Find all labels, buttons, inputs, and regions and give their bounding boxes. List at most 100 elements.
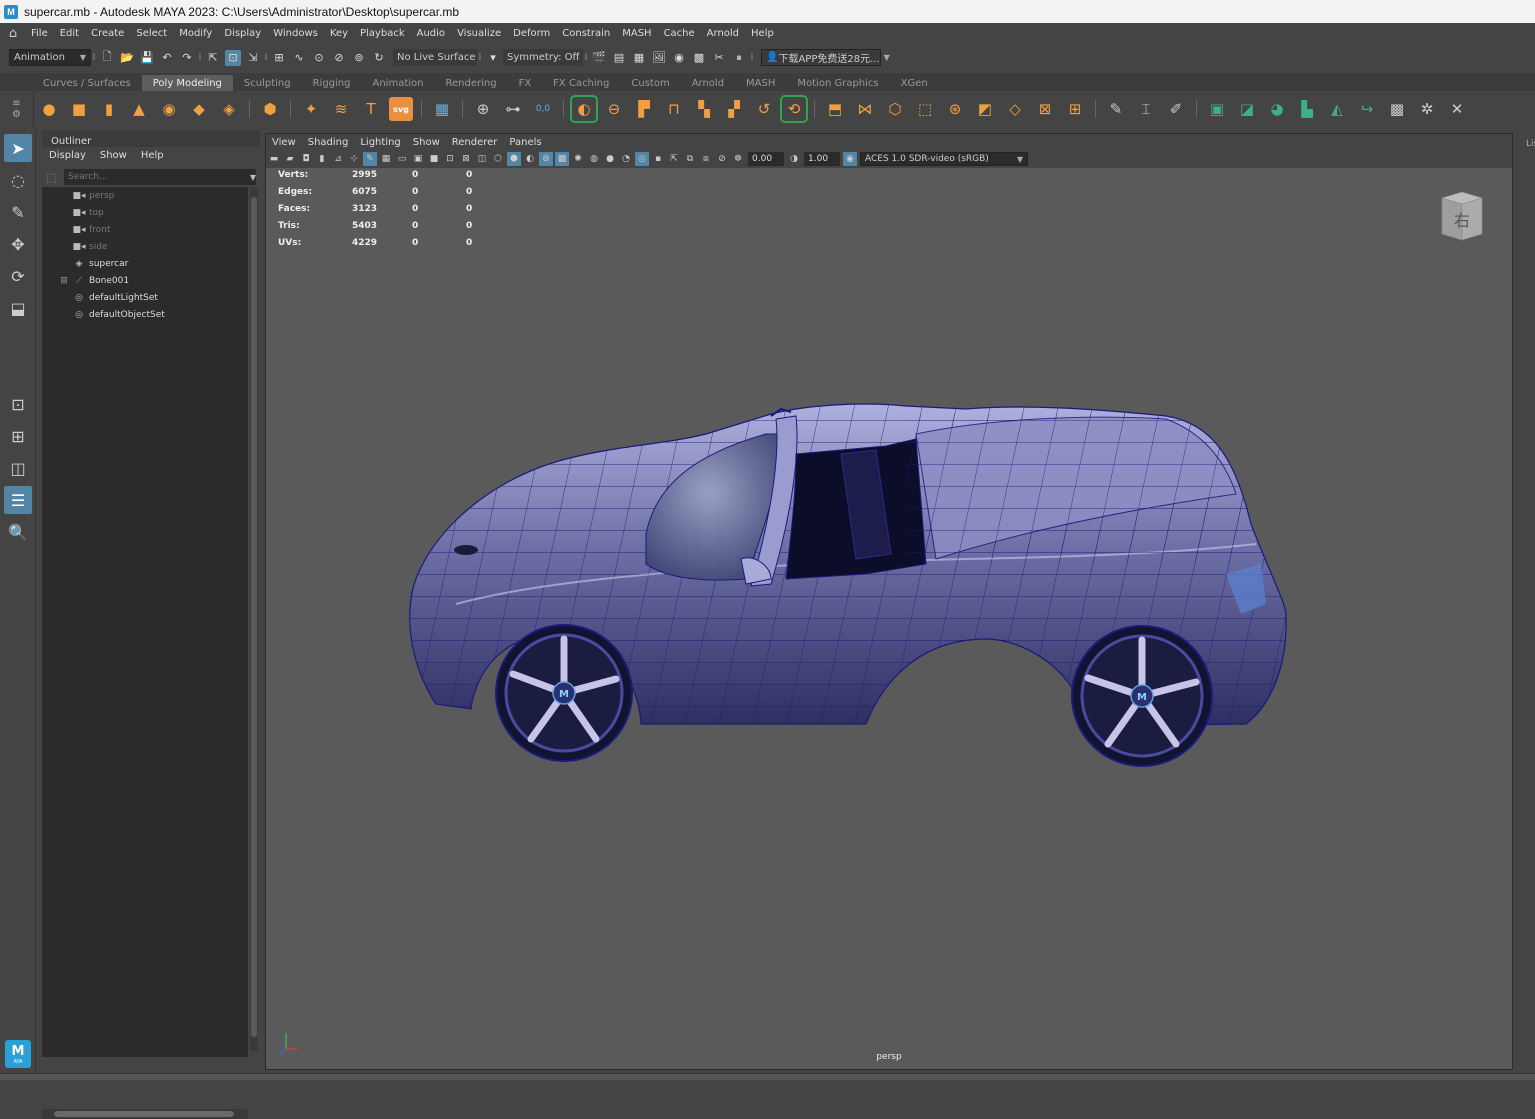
- menu-deform[interactable]: Deform: [508, 28, 557, 39]
- expand-icon[interactable]: ⊞: [58, 276, 70, 286]
- boolean-icon[interactable]: ◐: [570, 95, 598, 123]
- menu-cache[interactable]: Cache: [659, 28, 702, 39]
- poly-sphere-icon[interactable]: ●: [37, 97, 61, 121]
- menu-file[interactable]: File: [26, 28, 55, 39]
- shelf-tab-xgen[interactable]: XGen: [890, 75, 939, 91]
- outliner-layout-icon[interactable]: ☰: [4, 486, 32, 514]
- multi-cut-icon[interactable]: ⬒: [823, 97, 847, 121]
- outliner-search-input[interactable]: Search... ▼: [64, 169, 256, 185]
- outliner-horizontal-scrollbar[interactable]: [42, 1109, 248, 1119]
- shelf-tab-fx[interactable]: FX: [508, 75, 543, 91]
- menu-display[interactable]: Display: [219, 28, 268, 39]
- lasso-tool-icon[interactable]: ◌: [4, 166, 32, 194]
- shelf-settings-icon[interactable]: ⚙: [12, 109, 21, 120]
- shelf-tab-arnold[interactable]: Arnold: [681, 75, 735, 91]
- target-weld-icon[interactable]: ✎: [1104, 97, 1128, 121]
- super-shape-icon[interactable]: ✦: [299, 97, 323, 121]
- sweep-mesh-icon[interactable]: ≋: [329, 97, 353, 121]
- slide-edge-icon[interactable]: ⌶: [1134, 97, 1158, 121]
- select-hierarchy-icon[interactable]: ⇱: [205, 50, 221, 66]
- triangulate-icon[interactable]: ⊠: [1033, 97, 1057, 121]
- shelf-tab-fx-caching[interactable]: FX Caching: [542, 75, 620, 91]
- menu-windows[interactable]: Windows: [268, 28, 325, 39]
- outliner-item[interactable]: ■◂ top: [42, 204, 248, 221]
- chevron-down-icon[interactable]: ▼: [250, 173, 256, 182]
- save-scene-icon[interactable]: 💾: [139, 50, 155, 66]
- shelf-tab-animation[interactable]: Animation: [362, 75, 435, 91]
- shelf-tab-sculpting[interactable]: Sculpting: [233, 75, 302, 91]
- right-panel-strip[interactable]: Lis: [1517, 133, 1535, 1073]
- rotate-tool-icon[interactable]: ⟳: [4, 262, 32, 290]
- viewport-panel[interactable]: View Shading Lighting Show Renderer Panels ▬ …: [265, 133, 1513, 1070]
- outliner-item[interactable]: ◈ supercar: [42, 255, 248, 272]
- poly-plane-icon[interactable]: ◆: [187, 97, 211, 121]
- type-tool-icon[interactable]: T: [359, 97, 383, 121]
- snap-curve-icon[interactable]: ∿: [291, 50, 307, 66]
- shelf-tab-rendering[interactable]: Rendering: [434, 75, 507, 91]
- snap-grid-icon[interactable]: ⊞: [271, 50, 287, 66]
- menu-create[interactable]: Create: [86, 28, 131, 39]
- shelf-tab-poly-modeling[interactable]: Poly Modeling: [141, 75, 233, 91]
- menu-key[interactable]: Key: [325, 28, 355, 39]
- undo-icon[interactable]: ↶: [159, 50, 175, 66]
- offset-edge-loop-icon[interactable]: ⬡: [883, 97, 907, 121]
- open-scene-icon[interactable]: 📂: [119, 50, 135, 66]
- auto-uv-icon[interactable]: ▙: [1295, 97, 1319, 121]
- separate-icon[interactable]: ⊶: [501, 97, 525, 121]
- connect-icon[interactable]: ✐: [1164, 97, 1188, 121]
- collapse-handle[interactable]: ⁞: [263, 50, 269, 66]
- outliner-menu-show[interactable]: Show: [93, 150, 134, 161]
- shelf-tab-motion-graphics[interactable]: Motion Graphics: [786, 75, 889, 91]
- render-frame-icon[interactable]: 🎬: [591, 50, 607, 66]
- extrude-icon[interactable]: ▛: [632, 97, 656, 121]
- collapse-handle[interactable]: ⁞: [91, 50, 97, 66]
- cut-uv-icon[interactable]: ✕: [1445, 97, 1469, 121]
- snap-view-plane-icon[interactable]: ⊘: [331, 50, 347, 66]
- menu-visualize[interactable]: Visualize: [452, 28, 508, 39]
- menu-select[interactable]: Select: [131, 28, 174, 39]
- ipr-render-icon[interactable]: 🖼: [651, 50, 667, 66]
- shelf-menu-icon[interactable]: ≡: [12, 98, 20, 109]
- collapse-handle[interactable]: ⁞: [197, 50, 203, 66]
- render-view-icon[interactable]: ▦: [631, 50, 647, 66]
- collapse-handle[interactable]: ⁞: [583, 50, 589, 66]
- mirror-icon[interactable]: ⊕: [471, 97, 495, 121]
- outliner-item[interactable]: ■◂ front: [42, 221, 248, 238]
- paint-select-icon[interactable]: ✎: [4, 198, 32, 226]
- menuset-dropdown[interactable]: Animation ▼: [9, 49, 91, 66]
- snap-live-icon[interactable]: ⊚: [351, 50, 367, 66]
- filter-icon[interactable]: ⬚: [46, 171, 56, 184]
- outliner-item[interactable]: ■◂ persp: [42, 187, 248, 204]
- two-pane-layout-icon[interactable]: ◫: [4, 454, 32, 482]
- poke-icon[interactable]: ⬚: [913, 97, 937, 121]
- shelf-tab-mash[interactable]: MASH: [735, 75, 786, 91]
- collapse-handle[interactable]: ⁞: [477, 50, 483, 66]
- svg-tool-icon[interactable]: svg: [389, 97, 413, 121]
- outliner-item[interactable]: ⊞ ⟋ Bone001: [42, 272, 248, 289]
- move-tool-icon[interactable]: ✥: [4, 230, 32, 258]
- supercar-model[interactable]: M M: [266, 134, 1512, 1069]
- hypershade-icon[interactable]: ▩: [691, 50, 707, 66]
- menu-mash[interactable]: MASH: [617, 28, 658, 39]
- extract-icon[interactable]: ⊖: [602, 97, 626, 121]
- bridge-icon[interactable]: ⊓: [662, 97, 686, 121]
- pause-icon[interactable]: ⏸: [731, 50, 747, 66]
- menu-modify[interactable]: Modify: [174, 28, 219, 39]
- redo-icon[interactable]: ↷: [179, 50, 195, 66]
- collapse-icon[interactable]: ◇: [1003, 97, 1027, 121]
- fill-hole-icon[interactable]: ▞: [722, 97, 746, 121]
- combine-icon[interactable]: ▦: [430, 97, 454, 121]
- poly-cube-icon[interactable]: ■: [67, 97, 91, 121]
- shelf-tab-curves-surfaces[interactable]: Curves / Surfaces: [32, 75, 142, 91]
- outliner-item[interactable]: ◎ defaultObjectSet: [42, 306, 248, 323]
- single-perspective-layout-icon[interactable]: ⊡: [4, 390, 32, 418]
- select-object-icon[interactable]: ⊡: [225, 49, 241, 66]
- menu-audio[interactable]: Audio: [412, 28, 452, 39]
- unfold-uv-icon[interactable]: ↪: [1355, 97, 1379, 121]
- collapse-handle[interactable]: ⁞: [749, 50, 755, 66]
- home-icon[interactable]: ⌂: [0, 26, 26, 41]
- four-view-layout-icon[interactable]: ⊞: [4, 422, 32, 450]
- live-surface-field[interactable]: No Live Surface: [393, 49, 477, 66]
- poly-torus-icon[interactable]: ◉: [157, 97, 181, 121]
- outliner-menu-display[interactable]: Display: [42, 150, 93, 161]
